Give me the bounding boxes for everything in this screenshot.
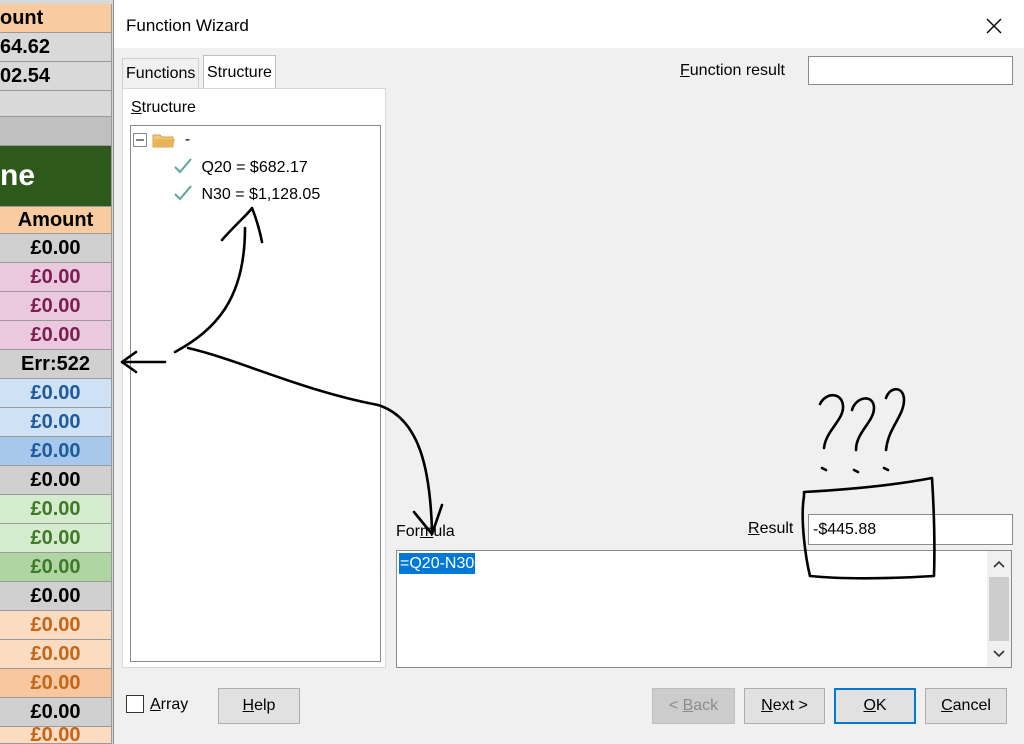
spreadsheet-cell[interactable]: 64.62 [0,33,112,62]
next-button[interactable]: Next > [744,688,825,724]
result-field[interactable]: -$445.88 [808,514,1013,545]
back-button[interactable]: < Back [652,688,735,724]
result-label: Result [748,520,794,537]
tree-root-label: - [184,131,191,148]
tree-item-q20[interactable]: Q20 = $682.17 [173,157,308,177]
scroll-down-button[interactable] [987,643,1011,665]
scroll-up-button[interactable] [987,553,1011,575]
dialog-title: Function Wizard [126,16,249,35]
formula-label: Formula [396,523,455,540]
spreadsheet-cell[interactable]: £0.00 [0,495,112,524]
formula-input[interactable]: =Q20-N30 [396,550,1012,668]
function-result-field[interactable] [808,56,1013,85]
spreadsheet-cell[interactable]: £0.00 [0,553,112,582]
folder-icon [152,134,176,148]
spreadsheet-cell[interactable]: 02.54 [0,62,112,91]
spreadsheet-cell[interactable]: £0.00 [0,582,112,611]
spreadsheet-cell[interactable]: £0.00 [0,727,112,744]
spreadsheet-cell[interactable] [0,91,112,117]
tab-structure[interactable]: Structure [203,55,276,88]
spreadsheet-cell[interactable]: £0.00 [0,611,112,640]
close-button[interactable] [974,8,1014,44]
chevron-up-icon [993,560,1005,568]
spreadsheet-cell[interactable]: ne [0,146,112,207]
spreadsheet-cell[interactable]: £0.00 [0,408,112,437]
spreadsheet-cell[interactable]: £0.00 [0,698,112,727]
tree-item-label: N30 = $1,128.05 [201,186,321,203]
cancel-button[interactable]: Cancel [925,688,1007,724]
spreadsheet-cell[interactable]: £0.00 [0,466,112,495]
formula-text-selected[interactable]: =Q20-N30 [399,553,476,574]
structure-tree[interactable]: - Q20 = $682.17 N30 = $1,128.05 [130,125,381,662]
tree-item-label: Q20 = $682.17 [201,159,308,176]
function-result-label: Function result [680,62,785,79]
checkmark-icon [174,158,192,174]
structure-label: Structure [131,99,196,116]
scroll-thumb[interactable] [989,577,1009,641]
spreadsheet-cell[interactable]: £0.00 [0,292,112,321]
tree-root[interactable]: - [133,131,190,149]
formula-scrollbar[interactable] [987,551,1011,667]
help-button[interactable]: Help [218,688,300,724]
spreadsheet-cell[interactable]: Err:522 [0,350,112,379]
tree-item-n30[interactable]: N30 = $1,128.05 [173,184,320,204]
array-checkbox[interactable] [126,695,144,713]
spreadsheet-cell[interactable]: £0.00 [0,640,112,669]
function-wizard-dialog: Function Wizard Functions Structure Stru… [113,0,1024,744]
spreadsheet-cell[interactable]: £0.00 [0,379,112,408]
spreadsheet-cell[interactable]: ount [0,4,112,33]
ok-button[interactable]: OK [834,688,916,724]
dialog-titlebar: Function Wizard [114,0,1024,48]
collapse-icon[interactable] [133,132,147,147]
structure-panel: Structure - Q20 = $682.17 N30 = $1,128.0… [122,88,386,668]
array-label[interactable]: Array [150,696,188,714]
spreadsheet-cell[interactable] [0,117,112,146]
spreadsheet-cell[interactable]: Amount [0,207,112,234]
tab-functions[interactable]: Functions [122,58,200,88]
close-icon [986,18,1002,34]
spreadsheet-cell[interactable]: £0.00 [0,437,112,466]
spreadsheet-cell[interactable]: £0.00 [0,321,112,350]
checkmark-icon [174,185,192,201]
chevron-down-icon [993,650,1005,658]
spreadsheet-cell[interactable]: £0.00 [0,669,112,698]
spreadsheet-cell[interactable]: £0.00 [0,524,112,553]
spreadsheet-cell[interactable]: £0.00 [0,234,112,263]
spreadsheet-cell[interactable]: £0.00 [0,263,112,292]
